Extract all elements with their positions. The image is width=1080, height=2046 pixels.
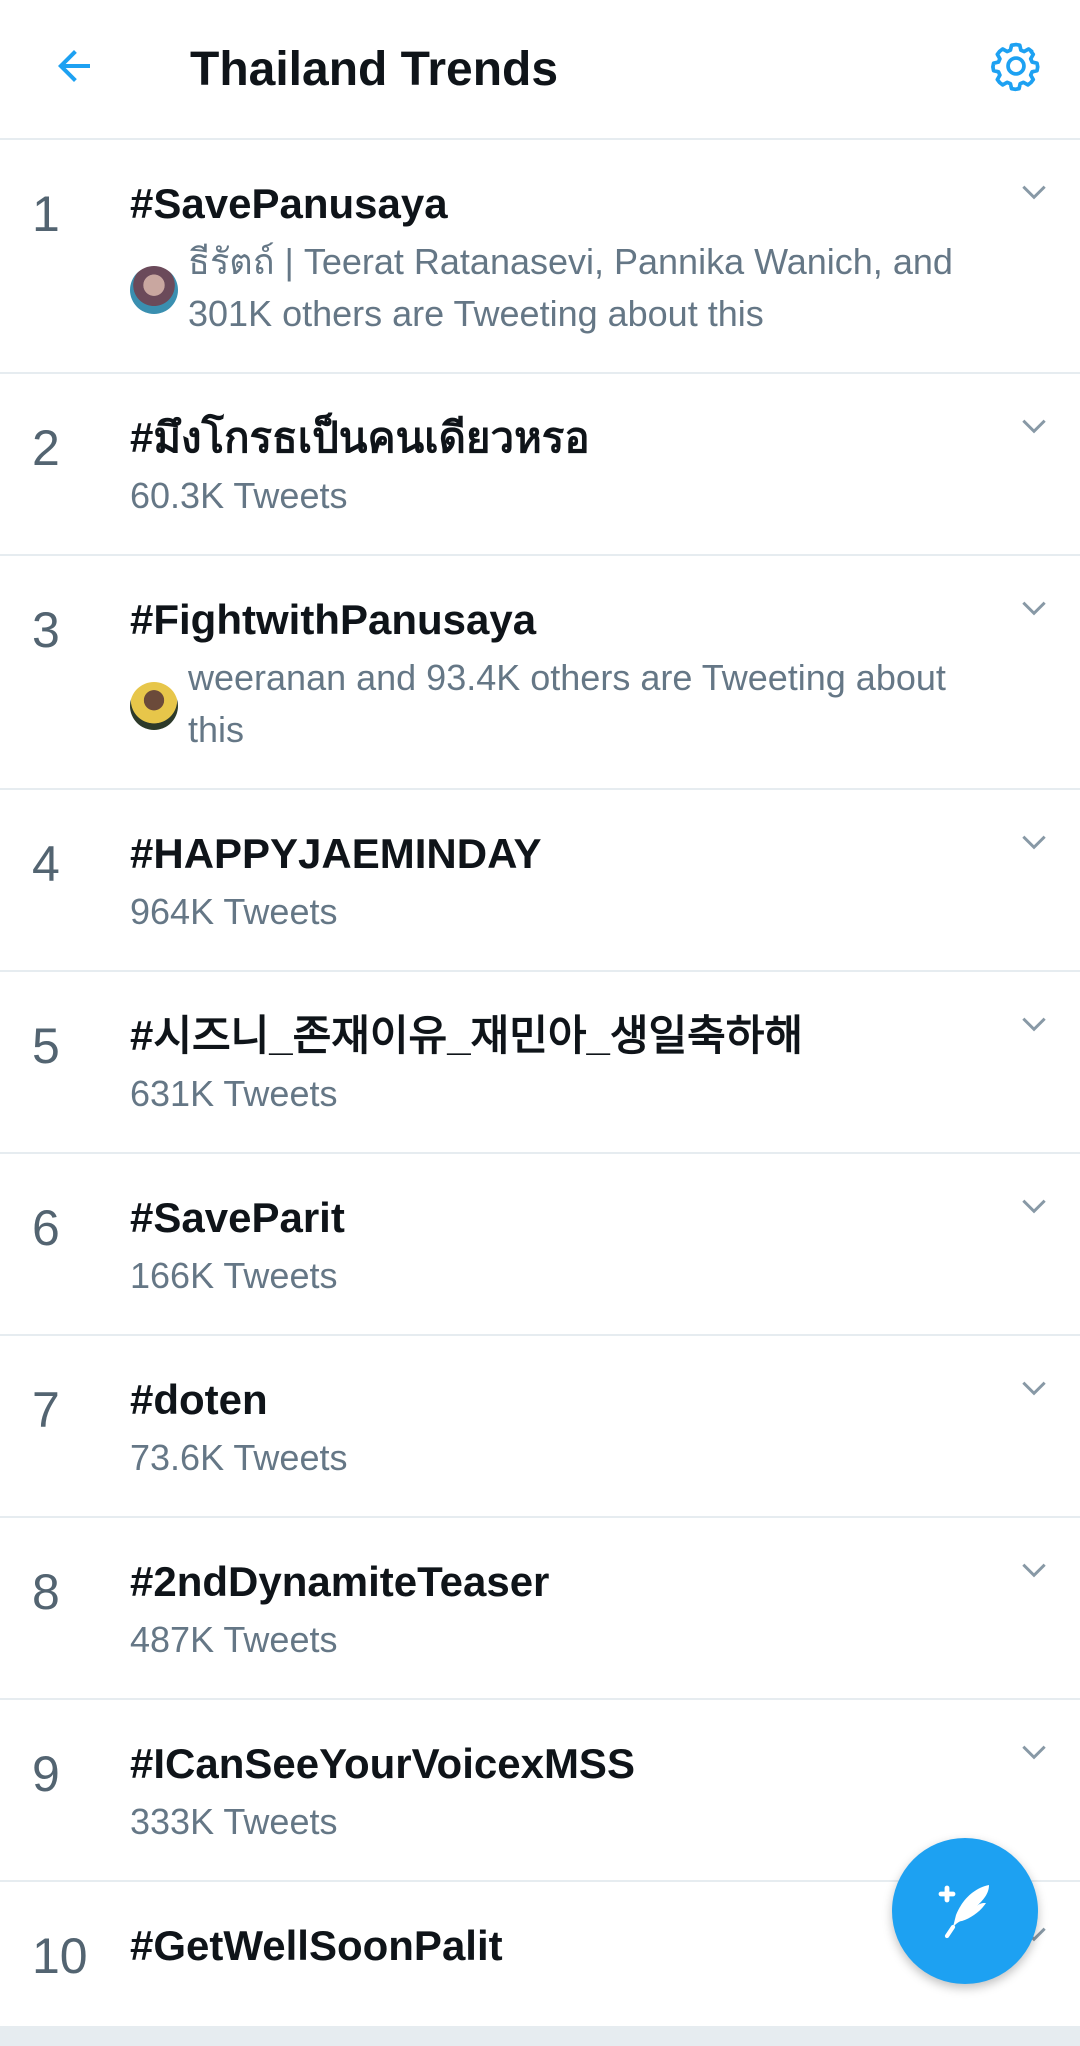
trend-item[interactable]: 6 #SaveParit 166K Tweets [0,1154,1080,1336]
trend-meta-text: ธีรัตถ์ | Teerat Ratanasevi, Pannika Wan… [188,241,953,334]
chevron-down-icon [1018,1372,1050,1409]
trend-item[interactable]: 2 #มึงโกรธเป็นคนเดียวหรอ 60.3K Tweets [0,374,1080,556]
trend-name: #SaveParit [130,1194,345,1241]
trend-item[interactable]: 8 #2ndDynamiteTeaser 487K Tweets [0,1518,1080,1700]
trend-meta: weeranan and 93.4K others are Tweeting a… [130,652,970,756]
trend-rank: 10 [32,1928,88,1984]
gear-icon [988,38,1044,99]
trend-rank: 4 [32,836,60,892]
chevron-down-icon [1018,1736,1050,1773]
trend-tweet-count: 60.3K Tweets [130,475,348,516]
trend-name: #doten [130,1376,268,1423]
trend-item[interactable]: 5 #시즈니_존재이유_재민아_생일축하해 631K Tweets [0,972,1080,1154]
trend-rank: 7 [32,1382,60,1438]
expand-button[interactable] [1014,174,1054,214]
trend-item[interactable]: 4 #HAPPYJAEMINDAY 964K Tweets [0,790,1080,972]
compose-tweet-button[interactable] [892,1838,1038,1984]
trend-name: #SavePanusaya [130,180,448,227]
trend-name: #มึงโกรธเป็นคนเดียวหรอ [130,414,590,461]
trend-rank: 5 [32,1018,60,1074]
trend-name: #시즈니_존재이유_재민아_생일축하해 [130,1012,804,1059]
chevron-down-icon [1018,1554,1050,1591]
trend-name: #HAPPYJAEMINDAY [130,830,542,877]
settings-button[interactable] [982,34,1050,102]
expand-button[interactable] [1014,590,1054,630]
trend-item[interactable]: 7 #doten 73.6K Tweets [0,1336,1080,1518]
trend-tweet-count: 964K Tweets [130,891,338,932]
trend-item[interactable]: 1 #SavePanusaya ธีรัตถ์ | Teerat Ratanas… [0,140,1080,374]
trend-rank: 9 [32,1746,60,1802]
chevron-down-icon [1018,826,1050,863]
trend-tweet-count: 73.6K Tweets [130,1437,348,1478]
expand-button[interactable] [1014,1188,1054,1228]
trend-name: #2ndDynamiteTeaser [130,1558,550,1605]
chevron-down-icon [1018,592,1050,629]
trend-tweet-count: 487K Tweets [130,1619,338,1660]
expand-button[interactable] [1014,824,1054,864]
trend-rank: 2 [32,420,60,476]
trend-tweet-count: 166K Tweets [130,1255,338,1296]
expand-button[interactable] [1014,1734,1054,1774]
trend-name: #ICanSeeYourVoicexMSS [130,1740,635,1787]
chevron-down-icon [1018,410,1050,447]
trend-item[interactable]: 3 #FightwithPanusaya weeranan and 93.4K … [0,556,1080,790]
trends-list: 1 #SavePanusaya ธีรัตถ์ | Teerat Ratanas… [0,140,1080,2006]
bottom-edge [0,2026,1080,2046]
trend-rank: 6 [32,1200,60,1256]
trend-tweet-count: 333K Tweets [130,1801,338,1842]
compose-tweet-icon [929,1873,1001,1950]
expand-button[interactable] [1014,1370,1054,1410]
trend-rank: 3 [32,602,60,658]
back-button[interactable] [40,34,108,102]
top-app-bar: Thailand Trends [0,0,1080,140]
expand-button[interactable] [1014,408,1054,448]
trend-name: #FightwithPanusaya [130,596,537,643]
avatar [130,266,178,314]
chevron-down-icon [1018,1008,1050,1045]
trend-tweet-count: 631K Tweets [130,1073,338,1114]
trend-meta: ธีรัตถ์ | Teerat Ratanasevi, Pannika Wan… [130,236,970,340]
trend-rank: 8 [32,1564,60,1620]
trend-rank: 1 [32,186,60,242]
chevron-down-icon [1018,1190,1050,1227]
trend-meta-text: weeranan and 93.4K others are Tweeting a… [188,657,946,750]
trend-name: #GetWellSoonPalit [130,1922,503,1969]
expand-button[interactable] [1014,1006,1054,1046]
page-title: Thailand Trends [190,43,559,96]
arrow-left-icon [50,42,98,95]
avatar [130,682,178,730]
expand-button[interactable] [1014,1552,1054,1592]
chevron-down-icon [1018,176,1050,213]
